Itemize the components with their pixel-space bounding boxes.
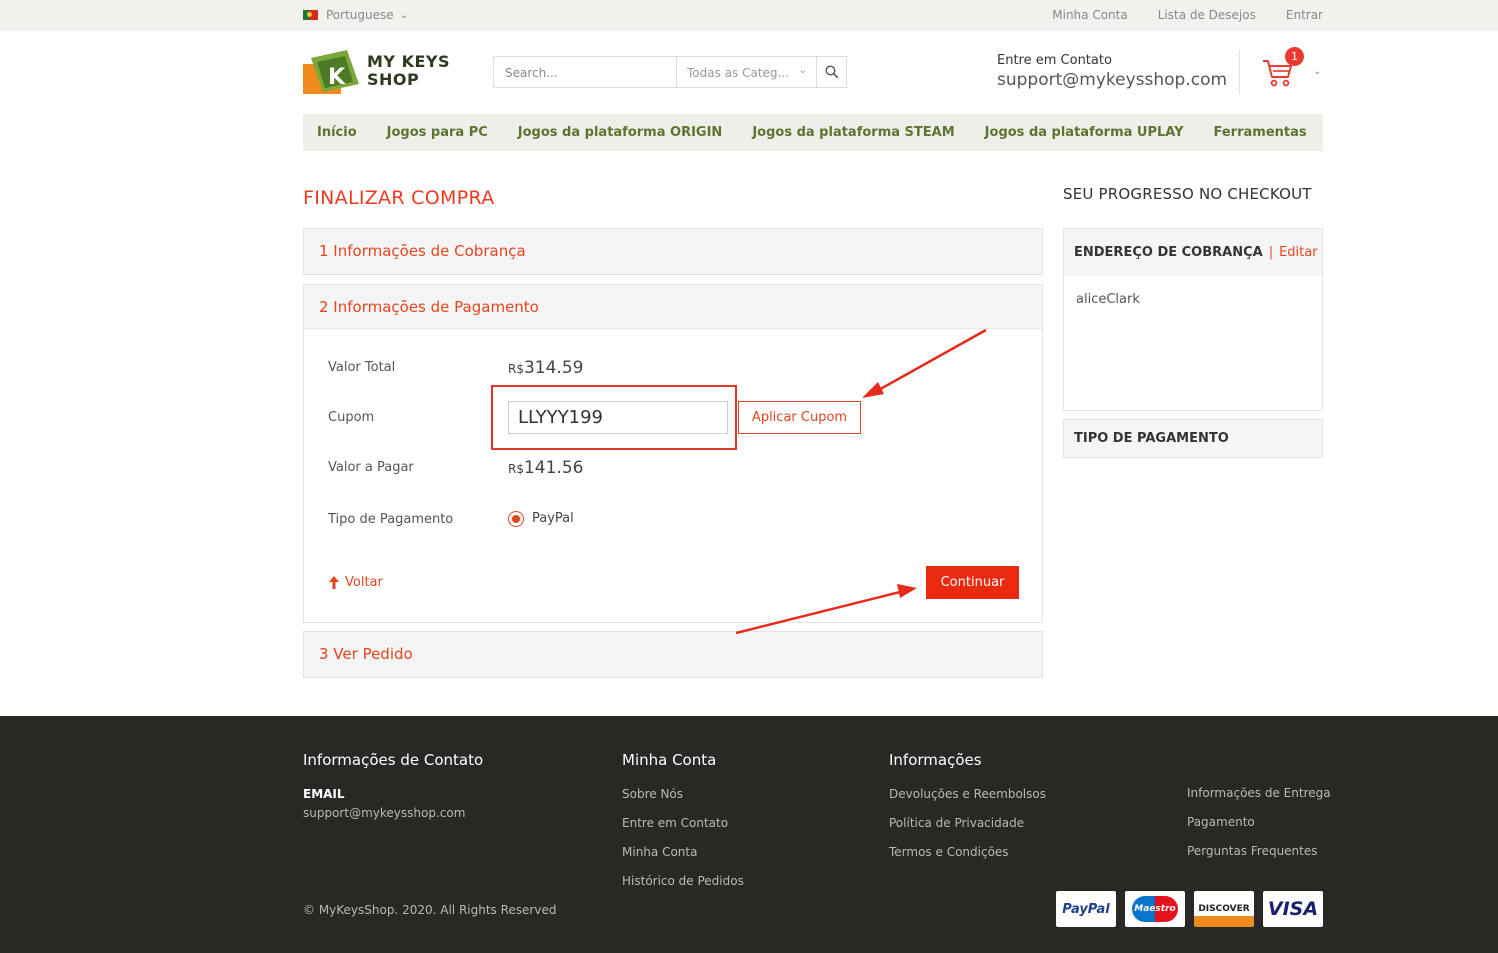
footer-link[interactable]: Entre em Contato [622, 816, 744, 830]
email-label: EMAIL [303, 787, 345, 801]
language-label: Portuguese [326, 8, 394, 22]
maestro-icon: Maestro [1125, 891, 1185, 927]
edit-link[interactable]: Editar [1279, 245, 1318, 260]
chevron-down-icon[interactable]: ⌄ [1313, 66, 1321, 77]
payment-type-box: TIPO DE PAGAMENTO [1063, 419, 1323, 458]
footer-link[interactable]: Minha Conta [622, 845, 744, 859]
billing-address-title: ENDEREÇO DE COBRANÇA [1074, 245, 1263, 260]
search-bar: Search... Todas as Categ... ⌄ [493, 56, 847, 88]
footer-link[interactable]: Informações de Entrega [1187, 786, 1331, 800]
payment-icons: PayPal Maestro DISCOVER VISA [1056, 891, 1323, 927]
visa-icon: VISA [1263, 891, 1323, 927]
portugal-flag-icon [303, 10, 318, 20]
step-title: 3 Ver Pedido [319, 645, 413, 663]
login-link[interactable]: Entrar [1286, 8, 1323, 22]
top-links: Minha Conta Lista de Desejos Entrar [1052, 8, 1323, 22]
footer-link[interactable]: Histórico de Pedidos [622, 874, 744, 888]
nav-item-steam[interactable]: Jogos da plataforma STEAM [752, 125, 954, 140]
footer-heading: Informações [889, 751, 982, 769]
billing-address-header: ENDEREÇO DE COBRANÇA | Editar [1064, 229, 1322, 276]
step-title[interactable]: 2 Informações de Pagamento [304, 285, 1042, 329]
billing-name: aliceClark [1076, 292, 1140, 307]
page-title: FINALIZAR COMPRA [303, 187, 495, 209]
payment-type-label: Tipo de Pagamento [328, 512, 454, 527]
top-bar: Portuguese ⌄ Minha Conta Lista de Desejo… [0, 0, 1498, 31]
billing-address-box: ENDEREÇO DE COBRANÇA | Editar aliceClark [1063, 228, 1323, 411]
apply-coupon-button[interactable]: Aplicar Cupom [738, 401, 861, 434]
paypal-icon: PayPal [1056, 891, 1116, 927]
footer-link[interactable]: Devoluções e Reembolsos [889, 787, 1046, 801]
chevron-down-icon: ⌄ [399, 9, 409, 21]
step-review-order[interactable]: 3 Ver Pedido [303, 631, 1043, 678]
nav-item-tools[interactable]: Ferramentas [1214, 125, 1307, 140]
category-select[interactable]: Todas as Categ... ⌄ [677, 57, 817, 87]
logo-icon: K [303, 50, 359, 94]
contact-email[interactable]: support@mykeysshop.com [997, 70, 1227, 90]
header-divider [1239, 50, 1240, 94]
footer-heading: Minha Conta [622, 751, 717, 769]
step-billing-info[interactable]: 1 Informações de Cobrança [303, 228, 1043, 275]
back-link[interactable]: Voltar [329, 575, 383, 590]
step-payment-info: 2 Informações de Pagamento Valor Total R… [303, 284, 1043, 623]
step-title: 1 Informações de Cobrança [319, 242, 526, 260]
nav-item-pc-games[interactable]: Jogos para PC [387, 125, 488, 140]
footer-info: Informações Devoluções e Reembolsos Polí… [889, 751, 1046, 874]
search-input[interactable]: Search... [494, 57, 677, 87]
copyright: © MyKeysShop. 2020. All Rights Reserved [303, 903, 557, 917]
svg-text:K: K [328, 65, 346, 90]
footer-contact: Informações de Contato EMAIL support@myk… [303, 751, 483, 835]
paypal-label[interactable]: PayPal [532, 511, 574, 526]
nav-item-uplay[interactable]: Jogos da plataforma UPLAY [985, 125, 1184, 140]
footer-heading: Informações de Contato [303, 751, 484, 769]
search-button[interactable] [817, 57, 846, 87]
site-logo[interactable]: K MY KEYS SHOP [303, 50, 453, 96]
continue-button[interactable]: Continuar [926, 566, 1019, 599]
contact-info: Entre em Contato support@mykeysshop.com [997, 53, 1227, 90]
chevron-down-icon: ⌄ [798, 65, 807, 76]
footer-link[interactable]: Política de Privacidade [889, 816, 1046, 830]
wishlist-link[interactable]: Lista de Desejos [1158, 8, 1256, 22]
footer-link[interactable]: Pagamento [1187, 815, 1331, 829]
total-value: R$314.59 [508, 358, 584, 378]
discover-icon: DISCOVER [1194, 891, 1254, 927]
footer-info-2: Informações de Entrega Pagamento Pergunt… [1187, 786, 1331, 873]
logo-text: MY KEYS SHOP [367, 52, 451, 89]
footer-email[interactable]: support@mykeysshop.com [303, 806, 483, 820]
nav-item-home[interactable]: Início [317, 125, 357, 140]
footer-account: Minha Conta Sobre Nós Entre em Contato M… [622, 751, 744, 903]
separator: | [1268, 245, 1274, 260]
cart-count-badge: 1 [1285, 47, 1304, 66]
nav-item-origin[interactable]: Jogos da plataforma ORIGIN [518, 125, 723, 140]
coupon-input[interactable]: LLYYY199 [508, 401, 728, 434]
contact-label: Entre em Contato [997, 53, 1112, 68]
checkout-progress-title: SEU PROGRESSO NO CHECKOUT [1063, 185, 1312, 203]
footer-link[interactable]: Termos e Condições [889, 845, 1046, 859]
amount-due-label: Valor a Pagar [328, 460, 414, 475]
language-selector[interactable]: Portuguese ⌄ [303, 8, 408, 22]
back-label: Voltar [345, 575, 383, 590]
my-account-link[interactable]: Minha Conta [1052, 8, 1127, 22]
footer-link[interactable]: Perguntas Frequentes [1187, 844, 1331, 858]
total-label: Valor Total [328, 360, 396, 375]
search-icon [824, 65, 838, 79]
footer-link[interactable]: Sobre Nós [622, 787, 744, 801]
amount-due-value: R$141.56 [508, 458, 584, 478]
coupon-label: Cupom [328, 410, 375, 425]
footer: Informações de Contato EMAIL support@myk… [0, 716, 1498, 953]
paypal-radio[interactable] [508, 511, 524, 527]
arrow-up-icon [329, 576, 339, 589]
main-nav: Início Jogos para PC Jogos da plataforma… [303, 114, 1323, 151]
category-label: Todas as Categ... [687, 66, 789, 80]
